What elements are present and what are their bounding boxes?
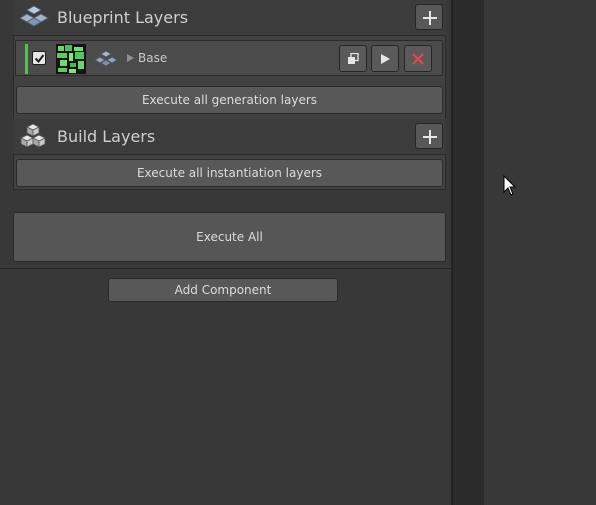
- checkmark-icon: [34, 54, 45, 64]
- layer-enabled-checkbox[interactable]: [32, 51, 46, 65]
- execute-all-button[interactable]: Execute All: [13, 212, 446, 262]
- plus-icon: [423, 130, 437, 144]
- execute-layer-button[interactable]: [371, 45, 399, 72]
- component-separator: [0, 268, 451, 269]
- add-component-button[interactable]: Add Component: [108, 278, 338, 302]
- execute-generation-layers-button[interactable]: Execute all generation layers: [16, 86, 443, 114]
- side-strip: [453, 0, 484, 505]
- duplicate-layer-button[interactable]: [339, 45, 367, 72]
- play-icon: [381, 54, 390, 64]
- stacked-hexagons-small-icon: [94, 50, 118, 67]
- stacked-hexagons-icon: [18, 5, 50, 27]
- build-layers-header[interactable]: Build Layers: [13, 119, 446, 155]
- layer-enabled-indicator: [25, 44, 28, 74]
- add-build-layer-button[interactable]: [415, 123, 443, 149]
- layer-name-label: Base: [138, 51, 168, 65]
- build-layers-title: Build Layers: [57, 127, 156, 146]
- plus-icon: [423, 11, 437, 25]
- blueprint-layers-header[interactable]: Blueprint Layers: [13, 0, 446, 36]
- inspector-panel: Blueprint Layers Base Execute all genera…: [0, 0, 451, 505]
- blueprint-layers-title: Blueprint Layers: [57, 8, 189, 27]
- stacked-cubes-icon: [20, 123, 46, 148]
- add-blueprint-layer-button[interactable]: [415, 4, 443, 30]
- layer-row-base[interactable]: Base: [15, 40, 443, 76]
- close-x-icon: [412, 53, 424, 65]
- duplicate-icon: [348, 53, 359, 64]
- layer-preview-thumbnail: [56, 44, 86, 74]
- delete-layer-button[interactable]: [404, 45, 432, 72]
- mouse-cursor-icon: [503, 175, 517, 196]
- foldout-arrow-icon[interactable]: [127, 54, 134, 62]
- execute-instantiation-layers-button[interactable]: Execute all instantiation layers: [16, 159, 443, 187]
- right-panel: [484, 0, 596, 505]
